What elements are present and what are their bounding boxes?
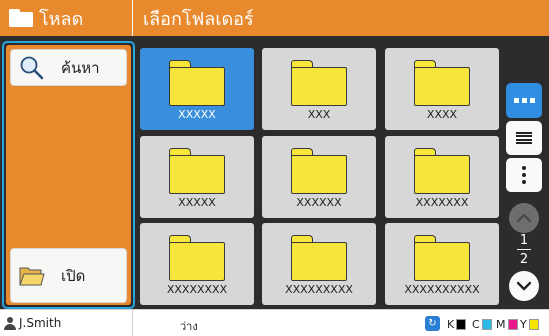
ink-swatch [528, 319, 539, 330]
ink-swatch [507, 319, 518, 330]
user-name: J.Smith [19, 316, 62, 330]
folder-name: XXX [307, 108, 331, 121]
folder-name: XXXXX [178, 196, 216, 209]
scroll-down-button[interactable] [509, 271, 539, 301]
folder-tile[interactable]: XXXXXX [262, 136, 376, 218]
tile-view-button[interactable] [506, 83, 542, 118]
chevron-up-icon [517, 213, 531, 223]
folder-icon [291, 235, 347, 281]
folder-name: XXXXXXXXXX [404, 283, 480, 296]
list-view-button[interactable] [506, 121, 542, 155]
ink-letter: K [447, 318, 455, 331]
status-bar: J.Smith ว่าง ↻ K C M Y [0, 309, 549, 336]
folder-tile[interactable]: XXXXXXXXX [262, 223, 376, 305]
folder-icon [169, 60, 225, 106]
folder-name: XXXX [426, 108, 458, 121]
folder-name: XXXXXX [296, 196, 342, 209]
open-button-label: เปิด [61, 266, 86, 285]
folder-tile[interactable]: XXXX [385, 48, 499, 130]
folder-icon [9, 9, 33, 27]
function-title: โหลด [39, 8, 84, 30]
user-indicator[interactable]: J.Smith [4, 316, 61, 330]
folder-name: XXXXX [178, 108, 216, 121]
folder-name: XXXXXXX [415, 196, 469, 209]
ink-level-k: K [447, 318, 467, 331]
folder-icon [291, 148, 347, 194]
search-button[interactable]: ค้นหา [10, 49, 127, 86]
ink-level-c: C [472, 318, 492, 331]
screen-title: เลือกโฟลเดอร์ [143, 8, 254, 30]
folder-icon [414, 235, 470, 281]
header-left: โหลด [0, 0, 132, 36]
status-divider [132, 310, 133, 336]
chevron-down-icon [517, 281, 531, 291]
folder-tile[interactable]: XXXXXXXXXX [385, 223, 499, 305]
search-icon [20, 56, 44, 80]
network-link-icon: ↻ [425, 316, 440, 331]
ink-letter: C [472, 318, 480, 331]
ink-swatch [481, 319, 492, 330]
folder-icon [169, 148, 225, 194]
search-button-label: ค้นหา [61, 58, 100, 77]
open-button[interactable]: เปิด [10, 248, 127, 303]
tile-view-icon [513, 98, 535, 103]
total-pages: 2 [519, 252, 529, 267]
ink-letter: M [496, 318, 506, 331]
list-view-icon [516, 131, 532, 145]
ink-swatch [456, 319, 467, 330]
more-button[interactable] [506, 158, 542, 192]
ink-level-m: M [496, 318, 518, 331]
folder-icon [169, 235, 225, 281]
folder-name: XXXXXXXX [166, 283, 228, 296]
current-page: 1 [519, 233, 529, 248]
folder-icon [414, 148, 470, 194]
ink-level-y: Y [520, 318, 539, 331]
header-right: เลือกโฟลเดอร์ [133, 0, 549, 36]
open-folder-icon [19, 267, 45, 286]
ink-letter: Y [520, 318, 527, 331]
page-indicator: 1 2 [511, 233, 537, 269]
folder-tile[interactable]: XXXXX [140, 48, 254, 130]
folder-tile[interactable]: XXX [262, 48, 376, 130]
folder-icon [291, 60, 347, 106]
scroll-up-button[interactable] [509, 203, 539, 233]
more-vertical-icon [522, 166, 526, 184]
machine-status: ว่าง [180, 320, 198, 333]
folder-name: XXXXXXXXX [285, 283, 353, 296]
folder-tile[interactable]: XXXXXXX [385, 136, 499, 218]
folder-tile[interactable]: XXXXXXXX [140, 223, 254, 305]
user-icon [4, 316, 16, 330]
folder-icon [414, 60, 470, 106]
folder-tile[interactable]: XXXXX [140, 136, 254, 218]
